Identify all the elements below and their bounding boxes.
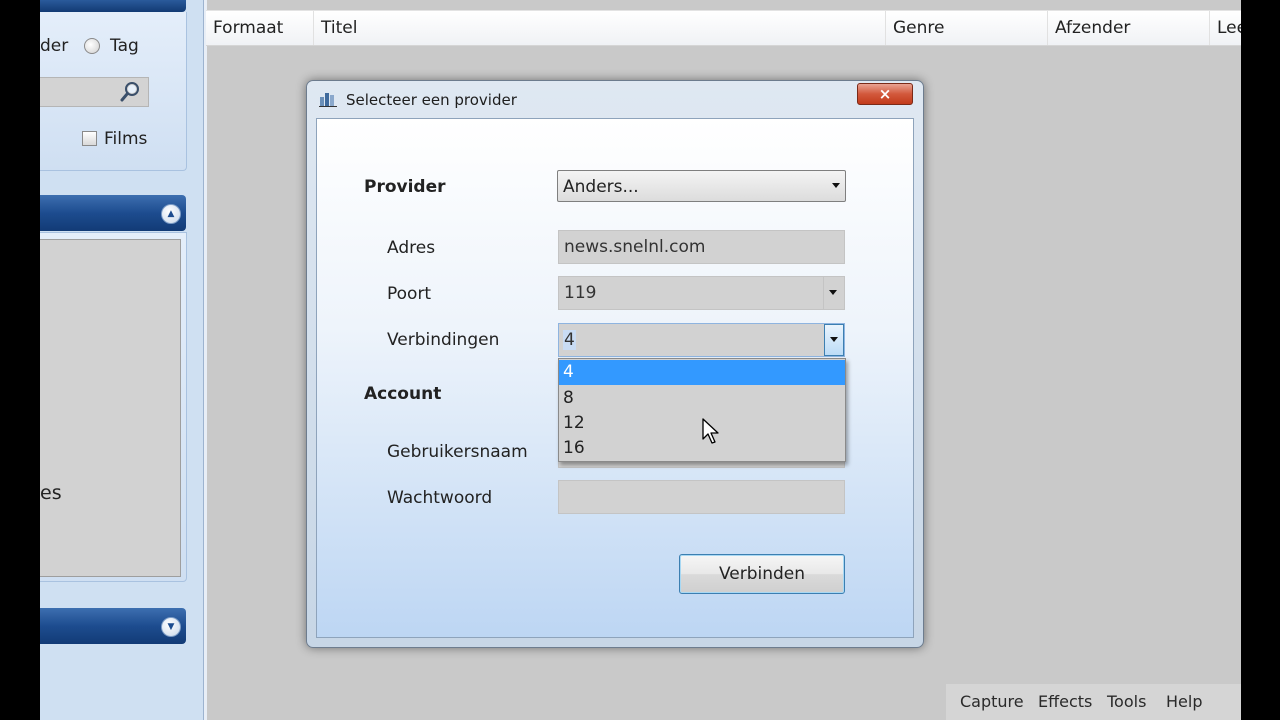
- gebruikersnaam-label: Gebruikersnaam: [387, 442, 528, 462]
- panel-top-bar: [40, 0, 186, 12]
- adres-value: news.snelnl.com: [564, 237, 706, 257]
- verbindingen-label: Verbindingen: [387, 330, 500, 350]
- column-header-afzender[interactable]: Afzender: [1048, 11, 1210, 45]
- verbindingen-dropdown-button[interactable]: [824, 324, 844, 356]
- capture-menu[interactable]: Capture: [960, 692, 1024, 711]
- left-panel: der Tag Films ▲ es ▼: [40, 0, 203, 720]
- provider-label: Provider: [364, 177, 446, 197]
- account-label: Account: [364, 384, 442, 404]
- wachtwoord-field[interactable]: [558, 480, 845, 514]
- dialog-content: Provider Anders... Adres news.snelnl.com…: [316, 118, 914, 638]
- help-menu[interactable]: Help: [1166, 692, 1202, 711]
- section-list[interactable]: [40, 239, 181, 577]
- expand-down-icon[interactable]: ▼: [161, 617, 181, 637]
- section-body: [40, 232, 187, 582]
- poort-value: 119: [564, 283, 597, 303]
- section-header-top[interactable]: ▲: [40, 195, 186, 231]
- films-label[interactable]: Films: [104, 129, 147, 149]
- search-input[interactable]: [40, 77, 149, 107]
- filter-box: der Tag Films: [40, 12, 187, 171]
- chevron-down-icon: [830, 337, 838, 342]
- dropdown-option[interactable]: 8: [559, 386, 845, 411]
- mouse-cursor-icon: [702, 418, 719, 444]
- chevron-down-icon: [832, 183, 840, 188]
- chevron-down-icon: [829, 290, 837, 295]
- app-icon: [319, 93, 337, 107]
- tag-radio-label[interactable]: Tag: [110, 36, 139, 56]
- close-icon: ×: [878, 85, 892, 103]
- connect-button[interactable]: Verbinden: [679, 554, 845, 594]
- adres-label: Adres: [387, 238, 436, 258]
- provider-select[interactable]: Anders...: [557, 170, 846, 202]
- tools-menu[interactable]: Tools: [1107, 692, 1146, 711]
- close-button[interactable]: ×: [857, 83, 913, 105]
- poort-select[interactable]: 119: [558, 276, 845, 310]
- films-checkbox[interactable]: [82, 131, 97, 146]
- column-header-titel[interactable]: Titel: [314, 11, 886, 45]
- panel-splitter[interactable]: [203, 0, 207, 720]
- adres-field[interactable]: news.snelnl.com: [558, 230, 845, 264]
- screen-edge: [1241, 0, 1280, 720]
- verbindingen-dropdown-list: 4 8 12 16: [558, 358, 846, 462]
- effects-menu[interactable]: Effects: [1038, 692, 1092, 711]
- collapse-up-icon[interactable]: ▲: [161, 204, 181, 224]
- search-icon[interactable]: [118, 80, 142, 104]
- dropdown-option[interactable]: 4: [559, 360, 845, 385]
- provider-select-value: Anders...: [563, 177, 639, 197]
- dialog-title: Selecteer een provider: [346, 91, 517, 109]
- poort-dropdown-button[interactable]: [823, 277, 844, 309]
- wachtwoord-label: Wachtwoord: [387, 488, 493, 508]
- verbindingen-value: 4: [563, 330, 576, 350]
- column-header-genre[interactable]: Genre: [886, 11, 1048, 45]
- column-header-lee[interactable]: Lee: [1210, 11, 1241, 45]
- tag-radio[interactable]: [84, 38, 100, 54]
- list-header: Formaat Titel Genre Afzender Lee: [206, 10, 1241, 46]
- column-header-formaat[interactable]: Formaat: [206, 11, 314, 45]
- verbindingen-select[interactable]: 4: [558, 323, 845, 357]
- provider-dialog: Selecteer een provider × Provider Anders…: [306, 80, 924, 648]
- poort-label: Poort: [387, 284, 432, 304]
- radio-label-partial[interactable]: der: [40, 36, 68, 56]
- section-list-item[interactable]: es: [40, 482, 62, 504]
- section-header-bottom[interactable]: ▼: [40, 608, 186, 644]
- status-bar: Capture Effects Tools Help: [946, 684, 1241, 720]
